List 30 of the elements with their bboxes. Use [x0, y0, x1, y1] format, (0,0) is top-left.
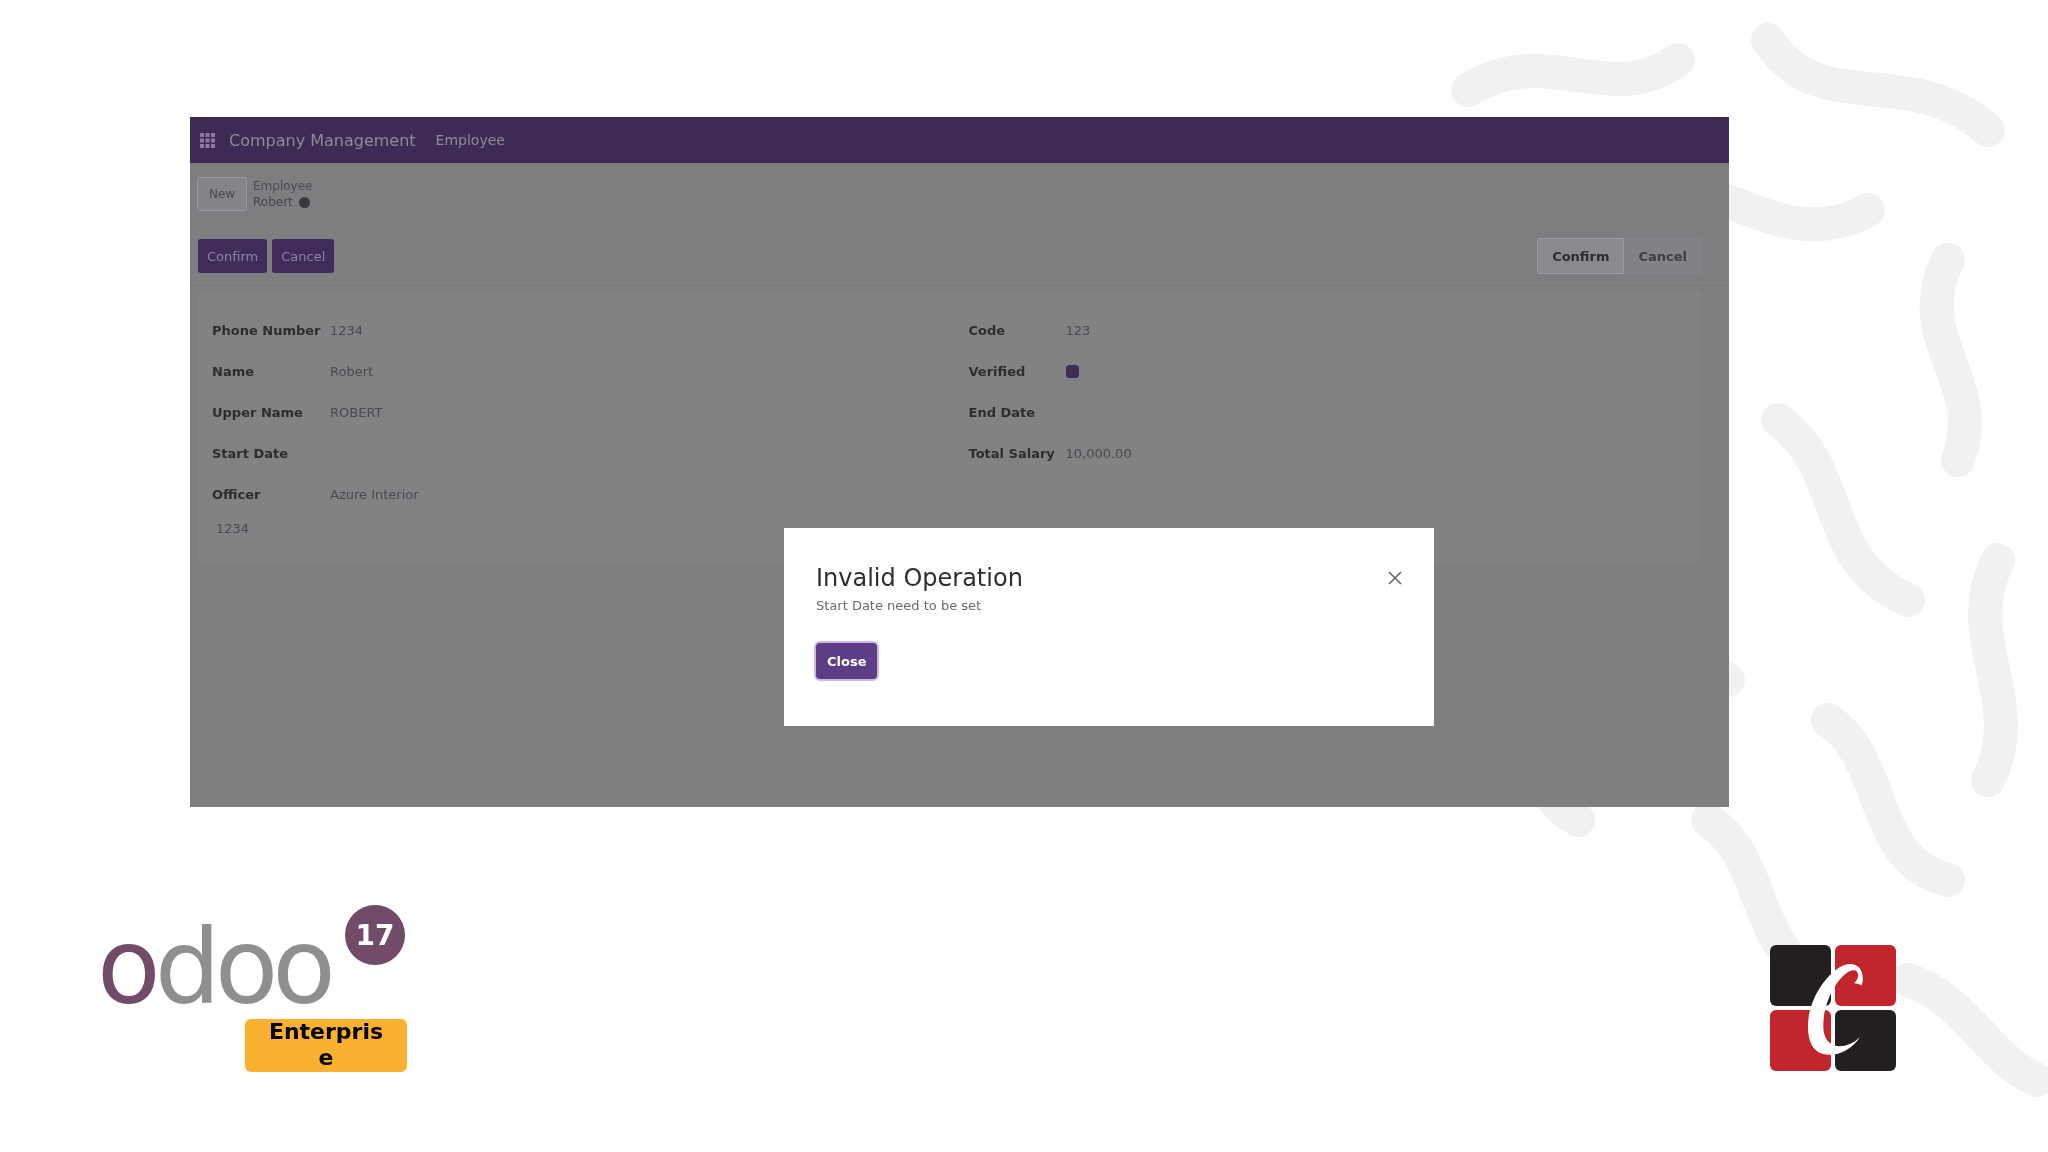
menu-item[interactable]: Employee: [435, 132, 505, 148]
field-value: ROBERT: [330, 405, 383, 420]
field-value: 1234: [216, 521, 251, 536]
field-label: Verified: [968, 364, 1027, 379]
field-value: Azure Interior: [330, 487, 419, 502]
field-label: End Date: [968, 405, 1037, 420]
edition-label: Enterprise: [245, 1019, 407, 1072]
action-button[interactable]: Confirm: [198, 239, 268, 273]
field-value: 1234: [330, 323, 364, 338]
field-value: 123: [1065, 323, 1091, 338]
version-badge: 17: [345, 905, 405, 965]
odoo-wordmark: odoo: [97, 915, 330, 1019]
dialog-title: Invalid Operation: [816, 564, 1023, 592]
record-name: Robert: [253, 194, 293, 210]
field-value: Robert: [330, 364, 374, 379]
field-label: Name: [212, 364, 255, 379]
app-name[interactable]: Company Management: [229, 130, 416, 150]
status-stage[interactable]: Cancel: [1624, 238, 1701, 274]
field-label: Upper Name: [212, 405, 304, 420]
field-label: Phone Number: [212, 323, 322, 338]
status-stage[interactable]: Confirm: [1537, 238, 1625, 274]
new-button[interactable]: New: [197, 177, 247, 211]
field-label: Officer: [212, 487, 262, 502]
action-button[interactable]: Cancel: [272, 239, 335, 273]
field-label: Code: [968, 323, 1007, 338]
field-value: 10,000.00: [1065, 446, 1132, 461]
close-button[interactable]: Close: [816, 643, 878, 679]
field-label: Start Date: [212, 446, 290, 461]
dialog-message: Start Date need to be set: [816, 598, 983, 613]
field-label: Total Salary: [968, 446, 1056, 461]
